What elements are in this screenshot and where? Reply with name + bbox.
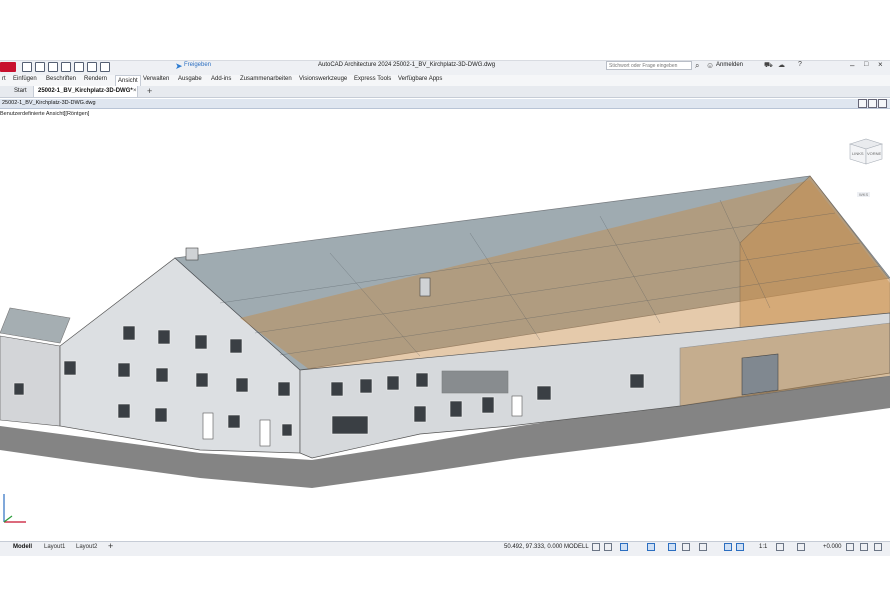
door <box>511 395 523 417</box>
tab-close-icon[interactable]: × <box>133 88 137 94</box>
osnap-icon[interactable] <box>668 543 676 551</box>
redo-icon[interactable] <box>100 62 110 72</box>
door <box>202 412 214 440</box>
layout-tab[interactable]: Modell <box>13 544 32 550</box>
ribbon-tab[interactable]: Ausgabe <box>178 76 202 82</box>
status-bar <box>0 541 890 556</box>
model-space-toggle[interactable]: MODELL <box>564 544 589 550</box>
ribbon-tab[interactable]: rt <box>2 76 6 82</box>
tab-start[interactable]: Start <box>14 88 27 94</box>
ucs-icon <box>3 494 26 523</box>
ribbon-tab[interactable]: Rendern <box>84 76 107 82</box>
open-icon[interactable] <box>35 62 45 72</box>
polar-icon[interactable] <box>647 543 655 551</box>
viewcube-icon[interactable]: LINKS VORNE <box>848 137 884 165</box>
ribbon-tab[interactable]: Ansicht <box>115 75 141 86</box>
user-icon[interactable]: ☺ <box>706 61 714 70</box>
ribbon-tab[interactable]: Einfügen <box>13 76 37 82</box>
chimney <box>185 247 199 261</box>
add-tab-button[interactable]: + <box>147 86 152 96</box>
otrack-icon[interactable] <box>682 543 690 551</box>
minimize-icon[interactable]: – <box>850 61 854 70</box>
share-icon[interactable]: ➤ <box>175 61 183 72</box>
isolate-icon[interactable] <box>846 543 854 551</box>
close-icon[interactable]: × <box>878 60 883 69</box>
cloud-icon[interactable]: ☁ <box>778 61 785 69</box>
help-icon[interactable]: ? <box>798 61 802 68</box>
hardware-icon[interactable] <box>860 543 868 551</box>
lineweight-icon[interactable] <box>699 543 707 551</box>
barn-door <box>741 353 779 396</box>
settings-icon[interactable] <box>776 543 784 551</box>
drawing-window-title: 25002-1_BV_Kirchplatz-3D-DWG.dwg <box>2 100 96 106</box>
annoscale-icon[interactable] <box>736 543 744 551</box>
viewcube-left-label: LINKS <box>852 151 864 156</box>
plot-icon[interactable] <box>74 62 84 72</box>
grid-icon[interactable] <box>592 543 600 551</box>
annotation-icon[interactable] <box>724 543 732 551</box>
search-icon[interactable]: ⌕ <box>695 61 699 71</box>
new-icon[interactable] <box>22 62 32 72</box>
saveas-icon[interactable] <box>61 62 71 72</box>
ribbon-tab[interactable]: Verfügbare Apps <box>398 76 442 82</box>
chimney <box>419 277 431 297</box>
drawing-minimize-icon[interactable] <box>858 99 867 108</box>
ortho-icon[interactable] <box>620 543 628 551</box>
signin-button[interactable]: Anmelden <box>716 62 743 68</box>
ribbon-tab[interactable]: Express Tools <box>354 76 391 82</box>
snap-icon[interactable] <box>604 543 612 551</box>
share-button[interactable]: Freigeben <box>184 62 211 68</box>
elevation-readout: +0.000 <box>823 544 842 550</box>
workspace-icon[interactable] <box>797 543 805 551</box>
ribbon-tab[interactable]: Add-ins <box>211 76 231 82</box>
viewcube-front-label: VORNE <box>867 151 882 156</box>
coordinate-readout: 50.492, 97.333, 0.000 <box>504 544 563 550</box>
window-title: AutoCAD Architecture 2024 25002-1_BV_Kir… <box>318 62 496 68</box>
cart-icon[interactable]: ⛟ <box>764 61 773 70</box>
save-icon[interactable] <box>48 62 58 72</box>
left-annex-wall <box>0 335 61 427</box>
maximize-icon[interactable]: □ <box>864 61 868 68</box>
building-model[interactable] <box>0 108 890 540</box>
drawing-close-icon[interactable] <box>878 99 887 108</box>
drawing-restore-icon[interactable] <box>868 99 877 108</box>
layout-tab[interactable]: Layout1 <box>44 544 65 550</box>
door <box>259 419 271 447</box>
scale-selector[interactable]: 1:1 <box>759 544 767 550</box>
ribbon-tab[interactable]: Verwalten <box>143 76 169 82</box>
app-logo-icon[interactable] <box>0 62 16 72</box>
wcs-menu[interactable]: WKS <box>857 192 871 197</box>
ribbon-tab[interactable]: Beschriften <box>46 76 76 82</box>
search-input[interactable]: Stichwort oder Frage eingeben <box>606 61 692 70</box>
quick-access-toolbar <box>22 62 110 72</box>
add-layout-button[interactable]: + <box>108 541 113 551</box>
tab-drawing[interactable]: 25002-1_BV_Kirchplatz-3D-DWG* <box>33 86 138 97</box>
ribbon-tab[interactable]: Visionswerkzeuge <box>299 76 347 82</box>
layout-tab[interactable]: Layout2 <box>76 544 97 550</box>
balcony <box>441 370 509 394</box>
ribbon-tab[interactable]: Zusammenarbeiten <box>240 76 292 82</box>
undo-icon[interactable] <box>87 62 97 72</box>
fullscreen-icon[interactable] <box>874 543 882 551</box>
